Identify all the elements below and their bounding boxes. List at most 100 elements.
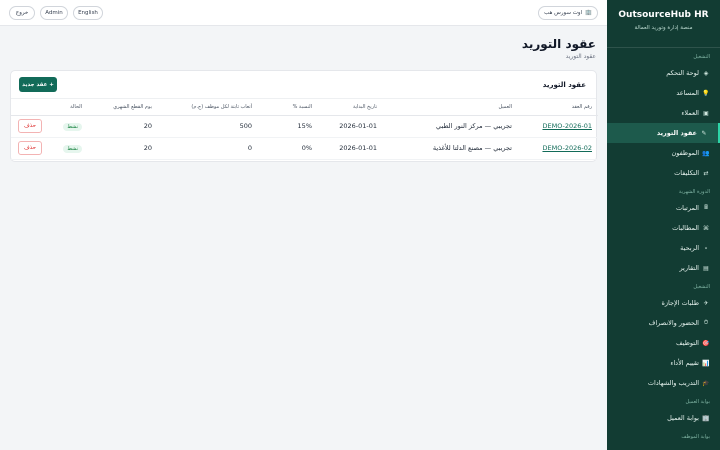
column-header-client[interactable]: العميل	[383, 99, 518, 116]
status-badge: نشط	[63, 122, 82, 131]
sidebar-item-training[interactable]: 🎓 التدريب والشهادات	[607, 373, 720, 393]
cutoff-day-cell: 20	[88, 115, 158, 138]
sidebar-section-employee-portal: بوابة الموظف	[681, 434, 710, 440]
building-icon: 🏢	[585, 10, 592, 16]
timer-icon: ⏱	[703, 319, 709, 326]
brand: OutsourceHub HR منصة إدارة وتوريد العمال…	[607, 0, 720, 37]
sidebar-item-client-portal[interactable]: 🏢 بوابة العميل	[607, 408, 720, 428]
sidebar-item-dashboard[interactable]: ◈ لوحة التحكم	[607, 63, 720, 83]
graduation-cap-icon: 🎓	[702, 379, 710, 387]
dashboard-icon: ◈	[703, 69, 709, 77]
column-header-fixed-fee[interactable]: أتعاب ثابتة لكل موظف (ج.م)	[158, 99, 258, 116]
sidebar-item-payroll[interactable]: 🖩 المرتبات	[607, 198, 720, 218]
breadcrumb: عقود التوريد	[565, 53, 596, 60]
contract-code-link[interactable]: DEMO-2026-01	[542, 122, 592, 130]
sidebar: OutsourceHub HR منصة إدارة وتوريد العمال…	[607, 0, 720, 450]
column-header-contract-no[interactable]: رقم العقد	[518, 99, 598, 116]
contracts-card: عقود التوريد + عقد جديد رقم العقد العميل…	[10, 70, 598, 162]
calculator-icon: 🖩	[704, 204, 708, 211]
sidebar-item-label: طلبات الإجازة	[661, 299, 699, 307]
sidebar-item-label: العملاء	[681, 109, 699, 117]
table-row[interactable]: DEMO-2026-01 تجريبي — مركز النور الطبي 2…	[11, 115, 598, 138]
target-icon: 🎯	[702, 339, 710, 347]
sidebar-item-label: التدريب والشهادات	[647, 379, 699, 387]
card-header: عقود التوريد + عقد جديد	[11, 71, 596, 99]
sidebar-item-label: الربحية	[680, 244, 699, 252]
sidebar-item-profitability[interactable]: ⋆ الربحية	[607, 238, 720, 258]
bar-chart-icon: 📊	[702, 359, 710, 367]
logout-button[interactable]: خروج	[9, 6, 35, 20]
sidebar-item-attendance[interactable]: ⏱ الحضور والانصراف	[607, 313, 720, 333]
start-date-cell: 2026-01-01	[318, 137, 383, 160]
contract-code-cell: DEMO-2026-02	[518, 137, 598, 160]
sidebar-item-label: المطالبات	[672, 224, 699, 232]
command-icon: ⌘	[703, 224, 709, 232]
sidebar-item-clients[interactable]: ▣ العملاء	[607, 103, 720, 123]
sidebar-item-leave-requests[interactable]: ✈ طلبات الإجازة	[607, 293, 720, 313]
status-badge: نشط	[63, 144, 82, 153]
sidebar-item-claims[interactable]: ⌘ المطالبات	[607, 218, 720, 238]
sidebar-item-label: بوابة العميل	[667, 414, 699, 422]
start-date-cell: 2026-01-01	[318, 115, 383, 138]
sidebar-item-assignments[interactable]: ⇄ التكليفات	[607, 163, 720, 183]
building-icon: 🏢	[702, 414, 710, 422]
column-header-actions	[11, 99, 48, 116]
clients-icon: ▣	[703, 109, 709, 117]
column-header-cutoff-day[interactable]: يوم القطع الشهري	[88, 99, 158, 116]
sidebar-item-label: التوظيف	[676, 339, 699, 347]
sidebar-item-label: المرتبات	[675, 204, 699, 212]
contract-code-link[interactable]: DEMO-2026-02	[542, 144, 592, 152]
percentage-cell: 15%	[258, 115, 318, 138]
client-cell: تجريبي — مركز النور الطبي	[383, 115, 518, 138]
users-icon: 👥	[702, 149, 710, 157]
actions-cell: حذف	[11, 137, 48, 160]
column-header-percentage[interactable]: النسبة %	[258, 99, 318, 116]
contracts-table: رقم العقد العميل تاريخ البداية النسبة % …	[11, 99, 598, 160]
sidebar-item-label: التقارير	[679, 264, 699, 272]
card-title: عقود التوريد	[542, 81, 586, 89]
pencil-icon: ✎	[701, 129, 707, 137]
sidebar-section-operations-2: التشغيل	[693, 284, 710, 290]
sidebar-item-label: الحضور والانصراف	[648, 319, 699, 327]
language-toggle-button[interactable]: English	[73, 6, 103, 20]
sidebar-item-label: لوحة التحكم	[666, 69, 699, 77]
sidebar-item-recruitment[interactable]: 🎯 التوظيف	[607, 333, 720, 353]
top-bar: خروج Admin English 🏢 اوت سورس هب	[0, 0, 607, 26]
company-selector-button[interactable]: 🏢 اوت سورس هب	[538, 6, 598, 20]
fixed-fee-cell: 500	[158, 115, 258, 138]
reports-icon: ▤	[703, 264, 709, 272]
delete-button[interactable]: حذف	[18, 141, 42, 155]
delete-button[interactable]: حذف	[18, 119, 42, 133]
new-contract-button[interactable]: + عقد جديد	[19, 77, 57, 92]
fixed-fee-cell: 0	[158, 137, 258, 160]
status-cell: نشط	[48, 137, 88, 160]
sidebar-section-client-portal: بوابة العميل	[685, 399, 710, 405]
contract-code-cell: DEMO-2026-01	[518, 115, 598, 138]
sidebar-item-label: الموظفون	[671, 149, 700, 157]
sidebar-section-operations: التشغيل	[693, 54, 710, 60]
table-row[interactable]: DEMO-2026-02 تجريبي — مصنع الدلتا للأغذي…	[11, 137, 598, 160]
sidebar-item-employees[interactable]: 👥 الموظفون	[607, 143, 720, 163]
column-header-start-date[interactable]: تاريخ البداية	[318, 99, 383, 116]
client-cell: تجريبي — مصنع الدلتا للأغذية	[383, 137, 518, 160]
swap-icon: ⇄	[703, 169, 709, 177]
sidebar-item-assistant[interactable]: 💡 المساعد	[607, 83, 720, 103]
sidebar-item-supply-contracts[interactable]: ✎ عقود التوريد	[607, 123, 720, 143]
company-name: اوت سورس هب	[544, 10, 583, 16]
table-header-row: رقم العقد العميل تاريخ البداية النسبة % …	[11, 99, 598, 116]
sidebar-section-monthly-cycle: الدورة الشهرية	[678, 189, 710, 195]
page-title: عقود التوريد	[521, 37, 596, 51]
column-header-status[interactable]: الحالة	[48, 99, 88, 116]
sidebar-item-label: المساعد	[676, 89, 699, 97]
cutoff-day-cell: 20	[88, 137, 158, 160]
sidebar-item-label: تقييم الأداء	[670, 359, 699, 367]
brand-title: OutsourceHub HR	[618, 10, 709, 20]
lightbulb-icon: 💡	[702, 89, 710, 97]
star-icon: ⋆	[704, 244, 708, 252]
sidebar-item-label: التكليفات	[674, 169, 699, 177]
sidebar-item-reports[interactable]: ▤ التقارير	[607, 258, 720, 278]
sidebar-item-label: عقود التوريد	[656, 129, 697, 137]
sidebar-item-performance[interactable]: 📊 تقييم الأداء	[607, 353, 720, 373]
admin-user-button[interactable]: Admin	[40, 6, 68, 20]
actions-cell: حذف	[11, 115, 48, 138]
